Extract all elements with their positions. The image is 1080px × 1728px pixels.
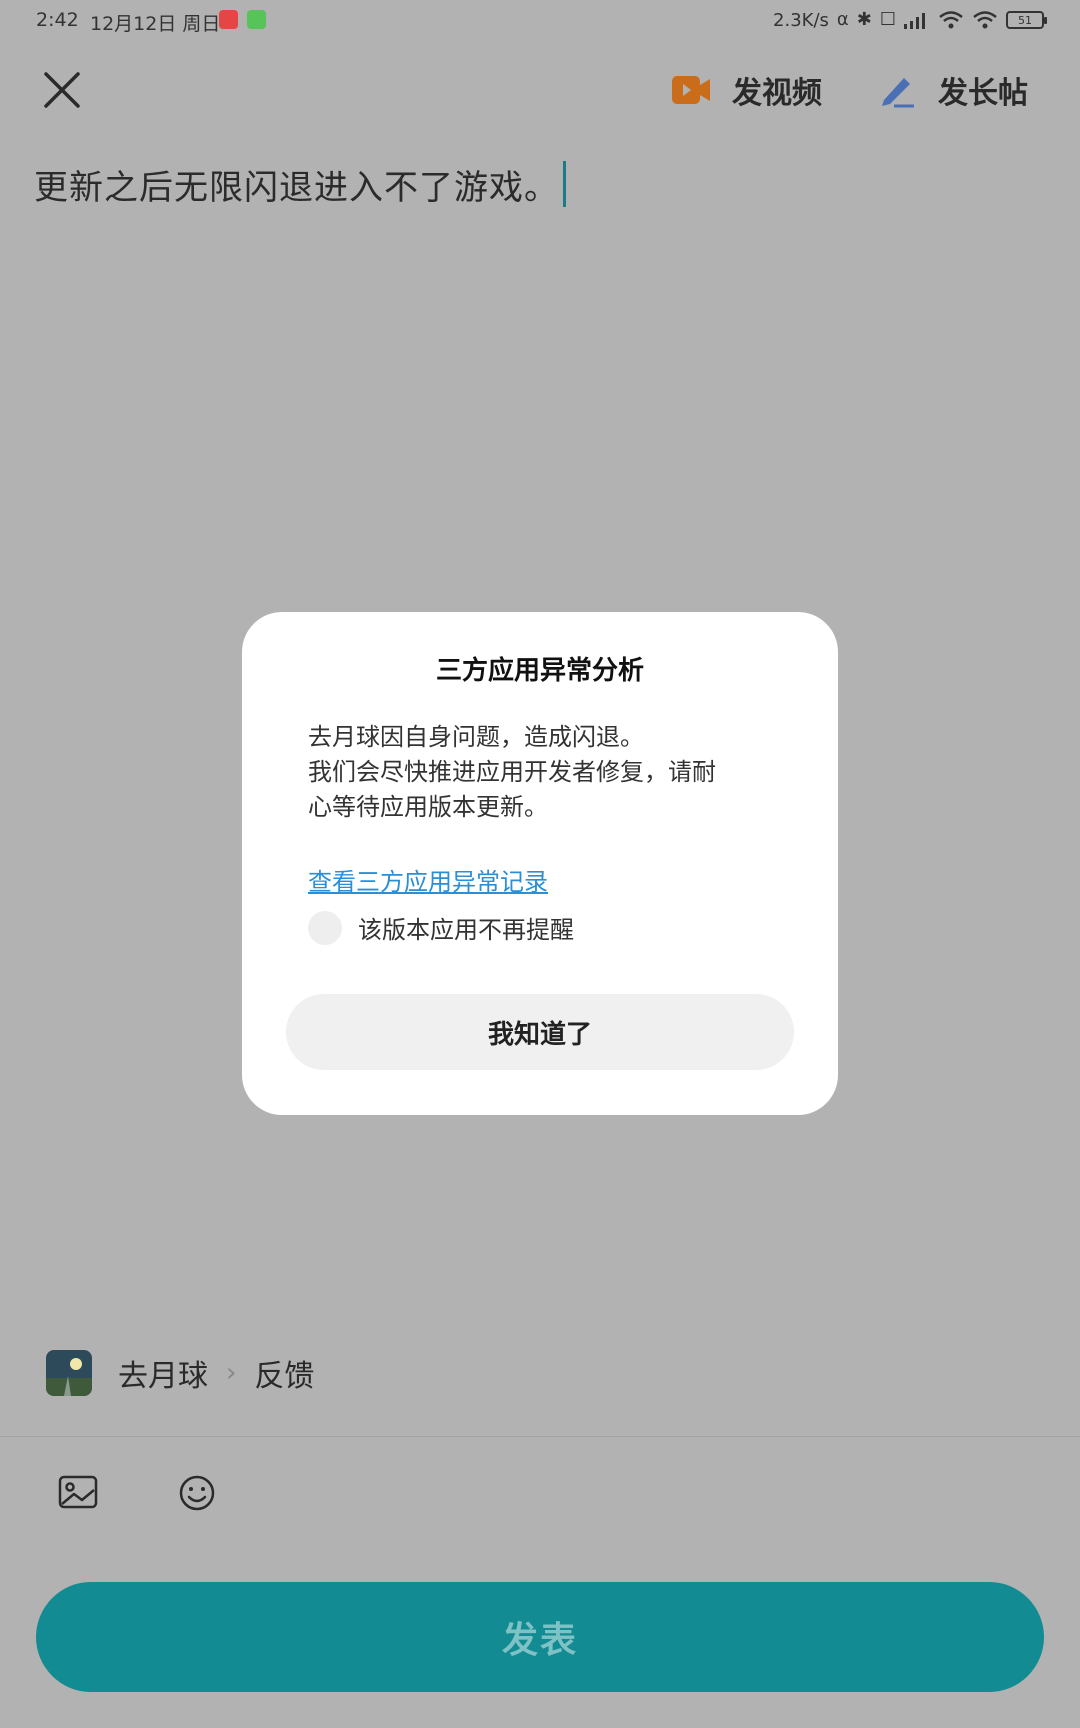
wechat-notification-icon	[247, 10, 266, 29]
text-caret	[563, 161, 566, 207]
forum-name: 去月球	[118, 1359, 208, 1394]
dialog-title: 三方应用异常分析	[435, 656, 644, 686]
status-bar: 2:42 12月12日 周日 2.3K/s ⍺ ✱ ☐ 51	[0, 0, 1080, 40]
wifi-icon-2	[973, 11, 997, 29]
chevron-right-icon: ›	[226, 1358, 237, 1388]
dont-remind-label: 该版本应用不再提醒	[358, 916, 574, 944]
view-crash-records-link[interactable]: 查看三方应用异常记录	[308, 862, 548, 897]
divider	[0, 1436, 1080, 1437]
dont-remind-checkbox-row[interactable]: 该版本应用不再提醒	[308, 910, 574, 945]
forum-selector[interactable]: 去月球 › 反馈	[46, 1350, 314, 1396]
dialog-body-line: 心等待应用版本更新。	[308, 793, 548, 821]
dialog-body: 去月球因自身问题，造成闪退。 我们会尽快推进应用开发者修复，请耐 心等待应用版本…	[308, 720, 778, 825]
mute-icon: ☐	[879, 9, 896, 30]
post-long-button[interactable]: 发长帖	[878, 68, 1028, 112]
app-notification-icon	[219, 10, 238, 29]
headphones-icon: ⍺	[836, 9, 849, 30]
image-icon[interactable]	[58, 1474, 98, 1510]
post-editor[interactable]: 更新之后无限闪退进入不了游戏。	[34, 156, 1044, 212]
emoji-icon[interactable]	[178, 1474, 216, 1512]
pen-icon	[882, 78, 914, 108]
publish-button[interactable]: 发表	[36, 1582, 1044, 1692]
dialog-body-line: 去月球因自身问题，造成闪退。	[308, 723, 644, 751]
status-date: 12月12日 周日	[90, 13, 221, 35]
battery-icon: 51	[1006, 11, 1047, 29]
dont-remind-checkbox[interactable]	[308, 910, 342, 945]
status-time: 2:42	[36, 9, 79, 31]
post-long-label: 发长帖	[938, 76, 1028, 111]
signal-icon	[904, 13, 925, 29]
forum-board: 反馈	[254, 1359, 315, 1394]
wifi-icon	[939, 11, 963, 29]
got-it-button[interactable]: 我知道了	[286, 994, 794, 1070]
post-video-button[interactable]: 发视频	[672, 68, 822, 112]
status-indicators: 2.3K/s ⍺ ✱ ☐ 51	[773, 8, 1047, 32]
close-icon[interactable]	[38, 66, 86, 114]
app-crash-dialog: 三方应用异常分析 去月球因自身问题，造成闪退。 我们会尽快推进应用开发者修复，请…	[242, 612, 838, 1115]
editor-text: 更新之后无限闪退进入不了游戏。	[34, 167, 559, 208]
post-video-label: 发视频	[732, 76, 822, 111]
bluetooth-icon: ✱	[856, 9, 872, 30]
forum-avatar	[46, 1350, 92, 1396]
video-icon	[672, 76, 710, 104]
battery-level: 51	[1018, 13, 1032, 27]
network-speed: 2.3K/s	[773, 9, 829, 31]
dialog-body-line: 我们会尽快推进应用开发者修复，请耐	[308, 758, 716, 786]
